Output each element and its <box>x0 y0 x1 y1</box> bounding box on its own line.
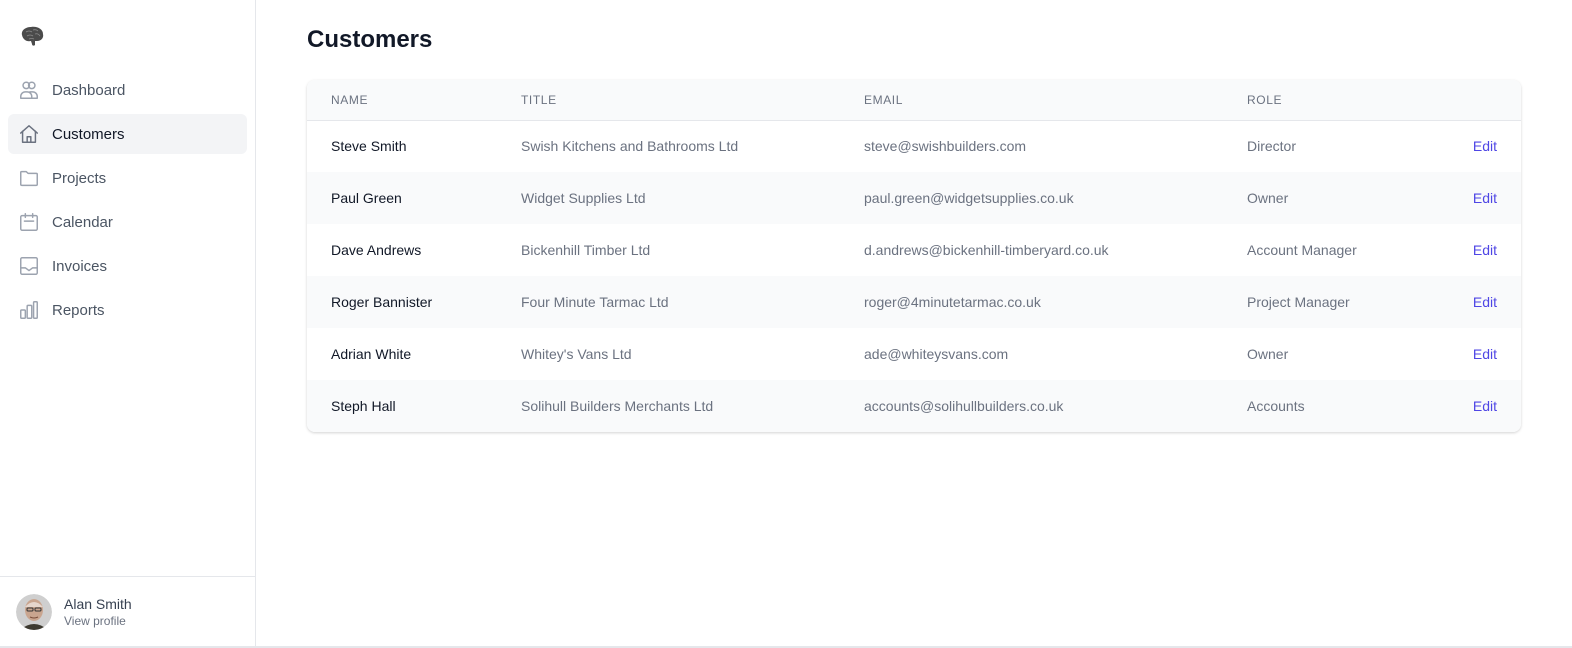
sidebar-item-dashboard[interactable]: Dashboard <box>8 70 247 110</box>
sidebar-item-customers[interactable]: Customers <box>8 114 247 154</box>
table-row: Steph Hall Solihull Builders Merchants L… <box>307 380 1521 432</box>
profile-name: Alan Smith <box>64 595 132 612</box>
customers-table: NAME TITLE EMAIL ROLE Steve Smith Swish … <box>307 80 1521 432</box>
table-row: Steve Smith Swish Kitchens and Bathrooms… <box>307 120 1521 172</box>
cell-role: Director <box>1247 138 1297 155</box>
cell-title: Swish Kitchens and Bathrooms Ltd <box>521 138 739 155</box>
cell-email: paul.green@widgetsupplies.co.uk <box>864 190 1074 206</box>
cell-name: Dave Andrews <box>331 242 422 258</box>
edit-button[interactable]: Edit <box>1473 242 1497 258</box>
cell-actions: Edit <box>1447 120 1521 172</box>
calendar-icon <box>18 211 40 233</box>
edit-button[interactable]: Edit <box>1473 138 1497 154</box>
sidebar-item-invoices[interactable]: Invoices <box>8 246 247 286</box>
sidebar-item-label: Reports <box>52 301 105 319</box>
table-header-row: NAME TITLE EMAIL ROLE <box>307 80 1521 120</box>
cell-actions: Edit <box>1447 224 1521 276</box>
column-header-role: ROLE <box>1247 92 1283 107</box>
sidebar: Dashboard Customers Projects Calendar In… <box>0 0 256 646</box>
sidebar-item-reports[interactable]: Reports <box>8 290 247 330</box>
customers-table-card: NAME TITLE EMAIL ROLE Steve Smith Swish … <box>307 80 1521 432</box>
profile-text: Alan Smith View profile <box>64 595 132 629</box>
cell-email: ade@whiteysvans.com <box>864 346 1009 362</box>
chart-bar-icon <box>18 299 40 321</box>
cell-title: Whitey's Vans Ltd <box>521 346 632 362</box>
edit-button[interactable]: Edit <box>1473 294 1497 310</box>
cell-title: Bickenhill Timber Ltd <box>521 242 651 258</box>
cell-role: Owner <box>1247 190 1289 206</box>
cell-role: Account Manager <box>1247 242 1357 258</box>
brain-logo-icon[interactable] <box>18 24 46 48</box>
sidebar-item-label: Projects <box>52 169 107 187</box>
cell-email: accounts@solihullbuilders.co.uk <box>864 398 1064 414</box>
cell-actions: Edit <box>1447 172 1521 224</box>
column-header-title: TITLE <box>521 92 557 107</box>
cell-role: Owner <box>1247 346 1289 362</box>
cell-actions: Edit <box>1447 380 1521 432</box>
cell-role: Accounts <box>1247 398 1305 414</box>
inbox-icon <box>18 255 40 277</box>
sidebar-item-label: Invoices <box>52 257 108 275</box>
column-header-actions <box>1447 80 1521 120</box>
home-icon <box>18 123 40 145</box>
page-title: Customers <box>307 26 433 53</box>
column-header-name: NAME <box>331 92 369 107</box>
edit-button[interactable]: Edit <box>1473 346 1497 362</box>
cell-name: Steph Hall <box>331 398 396 414</box>
cell-actions: Edit <box>1447 328 1521 380</box>
cell-email: steve@swishbuilders.com <box>864 138 1027 155</box>
cell-actions: Edit <box>1447 276 1521 328</box>
sidebar-nav: Dashboard Customers Projects Calendar In… <box>8 70 247 334</box>
edit-button[interactable]: Edit <box>1473 398 1497 414</box>
sidebar-item-label: Calendar <box>52 213 113 231</box>
sidebar-item-calendar[interactable]: Calendar <box>8 202 247 242</box>
view-profile-link[interactable]: View profile <box>64 613 132 629</box>
edit-button[interactable]: Edit <box>1473 190 1497 206</box>
table-row: Roger Bannister Four Minute Tarmac Ltd r… <box>307 276 1521 328</box>
cell-name: Adrian White <box>331 346 412 362</box>
cell-email: d.andrews@bickenhill-timberyard.co.uk <box>864 242 1109 258</box>
cell-email: roger@4minutetarmac.co.uk <box>864 294 1041 310</box>
cell-title: Solihull Builders Merchants Ltd <box>521 398 714 414</box>
cell-role: Project Manager <box>1247 294 1350 310</box>
table-row: Paul Green Widget Supplies Ltd paul.gree… <box>307 172 1521 224</box>
users-icon <box>18 79 40 101</box>
cell-title: Four Minute Tarmac Ltd <box>521 294 669 310</box>
column-header-email: EMAIL <box>864 92 904 107</box>
cell-name: Paul Green <box>331 190 402 206</box>
cell-name: Roger Bannister <box>331 294 433 310</box>
sidebar-item-label: Customers <box>52 125 125 143</box>
cell-name: Steve Smith <box>331 138 407 155</box>
table-row: Adrian White Whitey's Vans Ltd ade@white… <box>307 328 1521 380</box>
user-profile[interactable]: Alan Smith View profile <box>0 576 255 646</box>
cell-title: Widget Supplies Ltd <box>521 190 646 206</box>
sidebar-item-label: Dashboard <box>52 81 126 99</box>
folder-icon <box>18 167 40 189</box>
table-row: Dave Andrews Bickenhill Timber Ltd d.and… <box>307 224 1521 276</box>
sidebar-item-projects[interactable]: Projects <box>8 158 247 198</box>
avatar <box>16 593 52 630</box>
